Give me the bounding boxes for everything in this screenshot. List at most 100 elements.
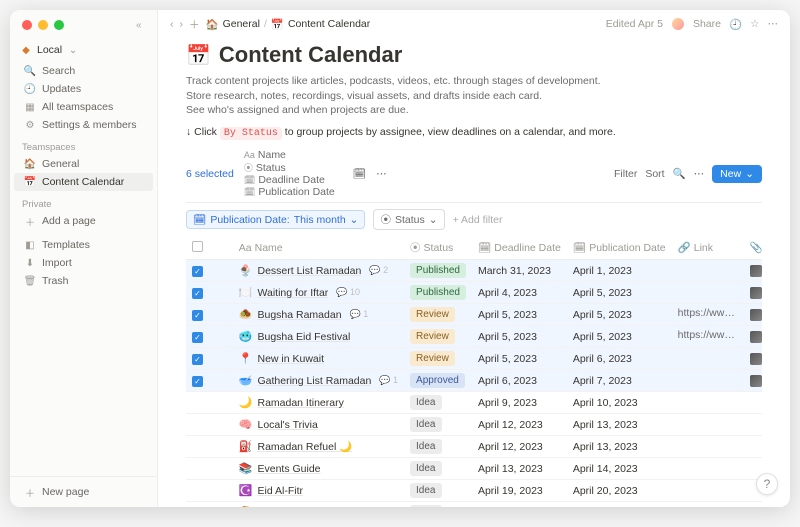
row-name-cell[interactable]: 🧠Local's Trivia [239,418,398,431]
nav-forward-icon[interactable]: › [180,18,184,30]
sidebar-item-updates[interactable]: 🕘Updates [14,80,153,98]
row-name-cell[interactable]: ☪️Eid Al-Fitr [239,484,398,497]
publication-cell[interactable]: April 5, 2023 [567,282,672,304]
col-status[interactable]: ⦿Status [404,236,472,260]
deadline-cell[interactable]: April 12, 2023 [472,436,567,458]
publication-cell[interactable]: April 7, 2023 [567,370,672,392]
breadcrumb-item[interactable]: General [223,18,260,30]
sidebar-item-trash[interactable]: 🗑Trash [14,272,153,290]
status-tag[interactable]: Review [410,329,455,344]
deadline-cell[interactable]: March 31, 2023 [472,260,567,282]
deadline-cell[interactable]: April 6, 2023 [472,370,567,392]
status-tag[interactable]: Idea [410,461,441,476]
row-title[interactable]: Waiting for Iftar [257,287,328,299]
link-cell[interactable] [672,392,744,414]
avatar[interactable] [671,17,685,31]
comment-count[interactable]: 💬 1 [379,375,398,386]
row-checkbox[interactable]: ✓ [192,266,203,277]
view-options-icon[interactable]: ⋯ [694,168,705,180]
link-cell[interactable]: https://www.ir [672,326,744,348]
col-name[interactable]: AaName [233,236,404,260]
comment-count[interactable]: 💬 1 [350,309,369,320]
table-row[interactable]: ✓🍨Dessert List Ramadan💬 2PublishedMarch … [186,260,762,282]
filter-status[interactable]: ⦿ Status ⌄ [373,209,444,230]
maximize-window-icon[interactable] [54,20,64,30]
media-cell[interactable] [744,348,762,370]
checkbox-header[interactable] [186,236,233,260]
table-row[interactable]: ＋ ⋮⋮🥞Breakfast IdeasIdeaApril 21, 2023Ap… [186,502,762,507]
table-row[interactable]: ＋ ⋮⋮⛽Ramadan Refuel 🌙IdeaApril 12, 2023A… [186,436,762,458]
deadline-cell[interactable]: April 12, 2023 [472,414,567,436]
nav-new-icon[interactable]: ＋ [189,17,200,32]
publication-cell[interactable]: April 22, 2023 [567,502,672,507]
close-window-icon[interactable] [22,20,32,30]
row-title[interactable]: Ramadan Refuel 🌙 [257,440,352,453]
deadline-cell[interactable]: April 5, 2023 [472,304,567,326]
media-cell[interactable] [744,370,762,392]
row-name-cell[interactable]: 🧆Bugsha Ramadan💬 1 [239,308,398,321]
col-link[interactable]: 🔗Link [672,236,744,260]
link-cell[interactable] [672,458,744,480]
table-row[interactable]: ✓🥣Gathering List Ramadan💬 1ApprovedApril… [186,370,762,392]
media-thumb[interactable] [750,309,762,321]
sort-button[interactable]: Sort [645,168,664,180]
status-tag[interactable]: Approved [410,373,465,388]
sidebar-item-search[interactable]: 🔍Search [14,62,153,80]
row-title[interactable]: Eid Al-Fitr [257,485,303,497]
favorite-icon[interactable]: ☆ [750,18,759,30]
row-title[interactable]: Bugsha Eid Festival [257,331,350,343]
window-controls[interactable] [22,20,64,30]
link-cell[interactable] [672,282,744,304]
media-cell[interactable] [744,326,762,348]
publication-cell[interactable]: April 10, 2023 [567,392,672,414]
link-cell[interactable] [672,260,744,282]
comment-count[interactable]: 💬 10 [336,287,360,298]
status-tag[interactable]: Idea [410,395,441,410]
views-overflow-icon[interactable]: ⋯ [376,168,387,180]
status-tag[interactable]: Idea [410,417,441,432]
link-cell[interactable] [672,436,744,458]
publication-cell[interactable]: April 5, 2023 [567,304,672,326]
publication-cell[interactable]: April 20, 2023 [567,480,672,502]
publication-cell[interactable]: April 13, 2023 [567,436,672,458]
filter-button[interactable]: Filter [614,168,637,180]
comment-count[interactable]: 💬 2 [369,265,388,276]
page-icon[interactable]: 📅 [186,43,211,68]
media-cell[interactable] [744,282,762,304]
deadline-cell[interactable]: April 9, 2023 [472,392,567,414]
more-views-icon[interactable]: 🗓 [353,167,366,180]
link-cell[interactable] [672,502,744,507]
row-name-cell[interactable]: 📚Events Guide [239,462,398,475]
table-row[interactable]: ＋ ⋮⋮🧠Local's TriviaIdeaApril 12, 2023Apr… [186,414,762,436]
row-name-cell[interactable]: 🌙Ramadan Itinerary [239,396,398,409]
add-filter-button[interactable]: + Add filter [453,214,503,226]
share-button[interactable]: Share [693,18,721,30]
sidebar-item-settings-members[interactable]: ⚙Settings & members [14,116,153,134]
col-deadline[interactable]: 🗓Deadline Date [472,236,567,260]
deadline-cell[interactable]: April 5, 2023 [472,326,567,348]
media-cell[interactable] [744,502,762,507]
status-tag[interactable]: Published [410,285,466,300]
media-cell[interactable] [744,260,762,282]
row-title[interactable]: Local's Trivia [257,419,317,431]
deadline-cell[interactable]: April 21, 2023 [472,502,567,507]
publication-cell[interactable]: April 5, 2023 [567,326,672,348]
sidebar-item-general[interactable]: 🏠General [14,155,153,173]
row-checkbox[interactable]: ✓ [192,354,203,365]
sidebar-item-import[interactable]: ⬇Import [14,254,153,272]
row-title[interactable]: Bugsha Ramadan [257,309,341,321]
deadline-cell[interactable]: April 4, 2023 [472,282,567,304]
nav-back-icon[interactable]: ‹ [170,18,174,30]
breadcrumb-item[interactable]: Content Calendar [288,18,370,30]
row-title[interactable]: Dessert List Ramadan [257,265,361,277]
deadline-cell[interactable]: April 5, 2023 [472,348,567,370]
deadline-cell[interactable]: April 13, 2023 [472,458,567,480]
table-row[interactable]: ＋ ⋮⋮🌙Ramadan ItineraryIdeaApril 9, 2023A… [186,392,762,414]
row-name-cell[interactable]: 🥣Gathering List Ramadan💬 1 [239,374,398,387]
row-title[interactable]: Gathering List Ramadan [257,375,371,387]
media-cell[interactable] [744,304,762,326]
row-name-cell[interactable]: 🍨Dessert List Ramadan💬 2 [239,264,398,277]
media-cell[interactable] [744,392,762,414]
col-publication[interactable]: 🗓Publication Date [567,236,672,260]
row-checkbox[interactable]: ✓ [192,310,203,321]
